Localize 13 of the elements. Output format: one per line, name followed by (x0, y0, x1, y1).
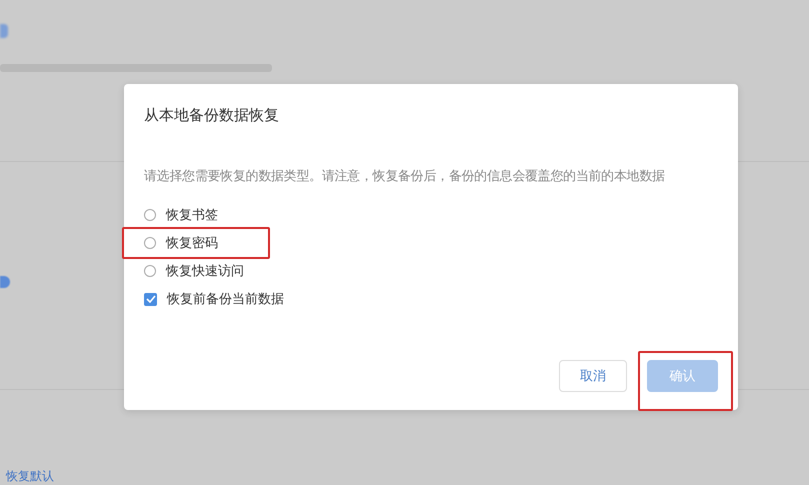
radio-button[interactable] (144, 265, 156, 277)
option-label: 恢复前备份当前数据 (167, 291, 284, 308)
radio-button[interactable] (144, 209, 156, 221)
radio-button[interactable] (144, 237, 156, 249)
option-label: 恢复密码 (166, 235, 218, 252)
cancel-button[interactable]: 取消 (559, 360, 627, 392)
dialog-title: 从本地备份数据恢复 (144, 106, 280, 125)
option-label: 恢复书签 (166, 207, 218, 224)
checkbox[interactable] (144, 292, 157, 306)
dialog-message: 请选择您需要恢复的数据类型。请注意，恢复备份后，备份的信息会覆盖您的当前的本地数据 (144, 168, 666, 185)
reset-link[interactable]: 恢复默认 (6, 468, 54, 485)
option-label: 恢复快速访问 (166, 263, 244, 280)
indicator-icon (0, 24, 8, 38)
